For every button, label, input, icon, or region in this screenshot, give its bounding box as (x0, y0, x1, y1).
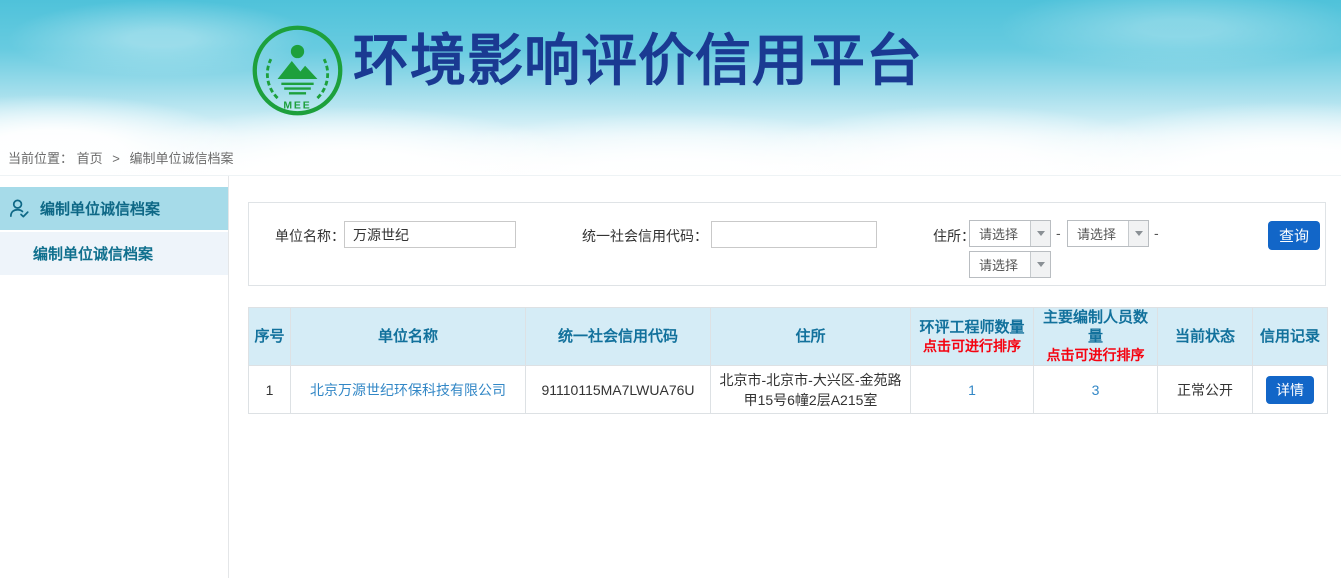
user-check-icon (8, 197, 31, 220)
district-select[interactable]: 请选择 (969, 251, 1051, 278)
breadcrumb-prefix: 当前位置： (8, 151, 73, 166)
sidebar-item-unit-credit-archive[interactable]: 编制单位诚信档案 (0, 187, 228, 230)
breadcrumb-separator: > (112, 151, 120, 166)
credit-code-label: 统一社会信用代码： (582, 226, 708, 246)
city-select-value: 请选择 (1068, 224, 1128, 243)
engineer-count-link[interactable]: 1 (968, 382, 976, 398)
cell-index: 1 (249, 366, 291, 414)
credit-code-input[interactable] (711, 221, 877, 248)
table-row: 1 北京万源世纪环保科技有限公司 91110115MA7LWUA76U 北京市-… (249, 366, 1328, 414)
table-header-row: 序号 单位名称 统一社会信用代码 住所 环评工程师数量 点击可进行排序 主要编制… (249, 308, 1328, 366)
col-header-unit-name: 单位名称 (291, 308, 526, 366)
province-select[interactable]: 请选择 (969, 220, 1051, 247)
unit-name-link[interactable]: 北京万源世纪环保科技有限公司 (310, 382, 506, 398)
dash-separator: - (1056, 225, 1061, 241)
mee-logo-text: MEE (283, 101, 311, 112)
breadcrumb-home-link[interactable]: 首页 (77, 151, 103, 166)
breadcrumb-current: 编制单位诚信档案 (130, 151, 234, 166)
detail-button[interactable]: 详情 (1266, 376, 1314, 404)
city-select[interactable]: 请选择 (1067, 220, 1149, 247)
results-table: 序号 单位名称 统一社会信用代码 住所 环评工程师数量 点击可进行排序 主要编制… (248, 307, 1328, 414)
col-header-staff-count-sort[interactable]: 主要编制人员数量 点击可进行排序 (1034, 308, 1158, 366)
sidebar: 编制单位诚信档案 编制单位诚信档案 (0, 176, 229, 578)
district-select-value: 请选择 (970, 255, 1030, 274)
chevron-down-icon (1128, 221, 1148, 246)
sidebar-subitem-unit-credit-archive[interactable]: 编制单位诚信档案 (0, 232, 228, 275)
chevron-down-icon (1030, 221, 1050, 246)
cell-engineer-count: 1 (911, 366, 1034, 414)
sidebar-subitem-label: 编制单位诚信档案 (33, 243, 153, 264)
province-select-value: 请选择 (970, 224, 1030, 243)
cell-unit-name: 北京万源世纪环保科技有限公司 (291, 366, 526, 414)
col-header-status: 当前状态 (1158, 308, 1253, 366)
col-header-credit-record: 信用记录 (1253, 308, 1328, 366)
chevron-down-icon (1030, 252, 1050, 277)
mee-logo: MEE (250, 23, 345, 118)
cell-staff-count: 3 (1034, 366, 1158, 414)
staff-count-link[interactable]: 3 (1092, 382, 1100, 398)
unit-name-input[interactable] (344, 221, 516, 248)
site-header: MEE 环境影响评价信用平台 当前位置： 首页 > 编制单位诚信档案 (0, 0, 1341, 176)
cell-status: 正常公开 (1158, 366, 1253, 414)
unit-name-label: 单位名称： (275, 226, 345, 246)
dash-separator: - (1154, 225, 1159, 241)
col-header-address: 住所 (711, 308, 911, 366)
col-header-engineer-count-sort[interactable]: 环评工程师数量 点击可进行排序 (911, 308, 1034, 366)
cell-credit-code: 91110115MA7LWUA76U (526, 366, 711, 414)
breadcrumb: 当前位置： 首页 > 编制单位诚信档案 (8, 148, 234, 167)
main-content: 单位名称： 统一社会信用代码： 住所： 请选择 - 请选择 - 请选择 查询 (229, 176, 1341, 578)
cell-credit-record: 详情 (1253, 366, 1328, 414)
col-header-credit-code: 统一社会信用代码 (526, 308, 711, 366)
col-header-index: 序号 (249, 308, 291, 366)
sidebar-item-label: 编制单位诚信档案 (40, 198, 160, 219)
cell-address: 北京市-北京市-大兴区-金苑路甲15号6幢2层A215室 (711, 366, 911, 414)
search-panel: 单位名称： 统一社会信用代码： 住所： 请选择 - 请选择 - 请选择 查询 (248, 202, 1326, 286)
sort-hint: 点击可进行排序 (1036, 346, 1155, 365)
site-title: 环境影响评价信用平台 (353, 33, 923, 89)
query-button[interactable]: 查询 (1268, 221, 1320, 250)
sort-hint: 点击可进行排序 (913, 337, 1031, 356)
